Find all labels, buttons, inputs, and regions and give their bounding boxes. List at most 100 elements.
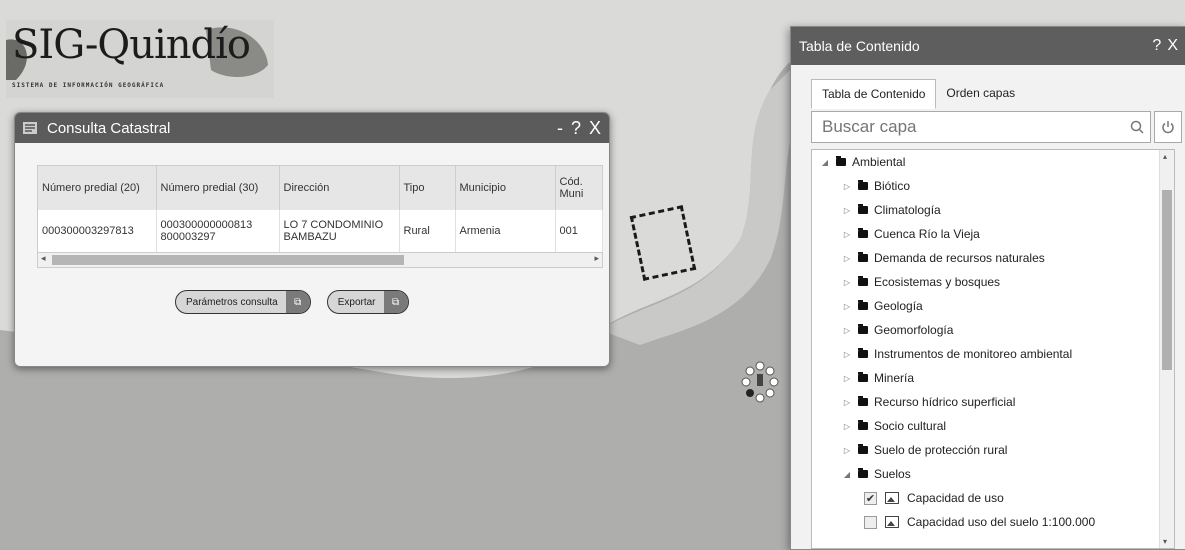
node-label: Cuenca Río la Vieja bbox=[874, 227, 980, 241]
parametros-consulta-button[interactable]: Parámetros consulta ⧉ bbox=[175, 290, 311, 314]
collapsed-arrow-icon[interactable]: ▷ bbox=[840, 350, 854, 359]
exportar-button[interactable]: Exportar ⧉ bbox=[326, 290, 409, 314]
node-label: Ecosistemas y bosques bbox=[874, 275, 1001, 289]
collapsed-arrow-icon[interactable]: ▷ bbox=[840, 374, 854, 383]
tree-node-group[interactable]: ▷ Suelo de protección rural bbox=[812, 438, 1160, 462]
node-label: Biótico bbox=[874, 179, 911, 193]
cell-numero-predial-30: 000300000000813 800003297 bbox=[156, 210, 280, 252]
tree-layer-capacidad-uso-suelo[interactable]: Capacidad uso del suelo 1:100.000 bbox=[812, 510, 1160, 534]
tree-node-group[interactable]: ▷ Geomorfología bbox=[812, 318, 1160, 342]
folder-icon bbox=[858, 348, 868, 358]
scroll-down-icon[interactable]: ▾ bbox=[1163, 537, 1167, 546]
tree-layer-capacidad-uso[interactable]: ✔ Capacidad de uso bbox=[812, 486, 1160, 510]
node-label: Suelos bbox=[874, 467, 911, 481]
node-label: Geología bbox=[874, 299, 923, 313]
tree-node-group[interactable]: ▷ Ecosistemas y bosques bbox=[812, 270, 1160, 294]
folder-icon bbox=[858, 324, 868, 334]
horizontal-scrollbar[interactable]: ◂ ▸ bbox=[38, 252, 602, 267]
help-button[interactable]: ? bbox=[1152, 37, 1161, 55]
minimize-button[interactable]: - bbox=[557, 118, 563, 139]
node-label: Ambiental bbox=[852, 155, 906, 169]
collapsed-arrow-icon[interactable]: ▷ bbox=[840, 398, 854, 407]
layer-checkbox[interactable]: ✔ bbox=[864, 491, 877, 505]
close-button[interactable]: X bbox=[1167, 37, 1178, 55]
consulta-catastral-window: Consulta Catastral - ? X Número predial … bbox=[14, 112, 610, 367]
collapsed-arrow-icon[interactable]: ▷ bbox=[840, 230, 854, 239]
tree-node-group[interactable]: ▷ Climatología bbox=[812, 198, 1160, 222]
button-label: Exportar bbox=[337, 296, 376, 308]
window-titlebar[interactable]: Consulta Catastral - ? X bbox=[15, 113, 609, 143]
collapsed-arrow-icon[interactable]: ▷ bbox=[840, 278, 854, 287]
panel-title: Tabla de Contenido bbox=[799, 38, 920, 54]
folder-icon bbox=[858, 444, 868, 454]
node-label: Climatología bbox=[874, 203, 941, 217]
window-title: Consulta Catastral bbox=[47, 119, 171, 137]
panel-titlebar[interactable]: Tabla de Contenido ? X bbox=[791, 27, 1185, 65]
collapsed-arrow-icon[interactable]: ▷ bbox=[840, 254, 854, 263]
tab-bar: Tabla de Contenido Orden capas bbox=[811, 79, 1025, 109]
collapsed-arrow-icon[interactable]: ▷ bbox=[840, 302, 854, 311]
image-layer-icon bbox=[885, 492, 899, 504]
layer-checkbox[interactable] bbox=[864, 515, 877, 529]
scroll-up-icon[interactable]: ▴ bbox=[1163, 152, 1167, 161]
node-label: Minería bbox=[874, 371, 915, 385]
tree-node-group[interactable]: ▷ Minería bbox=[812, 366, 1160, 390]
location-marker-icon bbox=[741, 361, 779, 403]
reset-button[interactable] bbox=[1154, 111, 1182, 143]
column-header[interactable]: Número predial (20) bbox=[38, 166, 157, 210]
folder-icon bbox=[836, 156, 846, 166]
layers-icon bbox=[23, 122, 37, 134]
collapsed-arrow-icon[interactable]: ▷ bbox=[840, 422, 854, 431]
expanded-arrow-icon[interactable]: ◢ bbox=[840, 470, 854, 479]
tab-orden-capas[interactable]: Orden capas bbox=[936, 79, 1025, 109]
node-label: Suelo de protección rural bbox=[874, 443, 1008, 457]
folder-icon bbox=[858, 468, 868, 478]
tree-node-group[interactable]: ▷ Demanda de recursos naturales bbox=[812, 246, 1160, 270]
node-label: Socio cultural bbox=[874, 419, 947, 433]
collapsed-arrow-icon[interactable]: ▷ bbox=[840, 446, 854, 455]
help-button[interactable]: ? bbox=[571, 118, 581, 139]
folder-icon bbox=[858, 204, 868, 214]
scroll-left-icon[interactable]: ◂ bbox=[41, 253, 46, 264]
folder-icon bbox=[858, 396, 868, 406]
tree-node-group[interactable]: ▷ Recurso hídrico superficial bbox=[812, 390, 1160, 414]
collapsed-arrow-icon[interactable]: ▷ bbox=[840, 326, 854, 335]
tree-node-group[interactable]: ▷ Biótico bbox=[812, 174, 1160, 198]
tree-node-group[interactable]: ▷ Geología bbox=[812, 294, 1160, 318]
expanded-arrow-icon[interactable]: ◢ bbox=[818, 158, 832, 167]
search-icon[interactable] bbox=[1124, 120, 1150, 134]
search-box bbox=[811, 111, 1151, 143]
column-header[interactable]: Dirección bbox=[279, 166, 400, 210]
tree-node-group[interactable]: ▷ Cuenca Río la Vieja bbox=[812, 222, 1160, 246]
node-label: Geomorfología bbox=[874, 323, 954, 337]
layer-tree: ◢ Ambiental ▷ Biótico ▷ Climatología ▷ Cuen… bbox=[811, 149, 1175, 549]
table-row[interactable]: 000300003297813 000300000000813 80000329… bbox=[38, 210, 603, 252]
cell-direccion: LO 7 CONDOMINIO BAMBAZU bbox=[279, 210, 400, 252]
tree-node-group[interactable]: ▷ Instrumentos de monitoreo ambiental bbox=[812, 342, 1160, 366]
logo-title: SIG-Quindío bbox=[12, 22, 251, 68]
image-layer-icon bbox=[885, 516, 899, 528]
power-icon bbox=[1162, 121, 1174, 134]
vertical-scrollbar[interactable]: ▴ ▾ bbox=[1159, 150, 1174, 548]
column-header[interactable]: Tipo bbox=[399, 166, 456, 210]
search-input[interactable] bbox=[812, 116, 1124, 138]
scroll-right-icon[interactable]: ▸ bbox=[594, 253, 599, 264]
folder-icon bbox=[858, 180, 868, 190]
close-button[interactable]: X bbox=[589, 118, 601, 139]
tabla-contenido-panel: Tabla de Contenido ? X Tabla de Contenid… bbox=[790, 26, 1185, 550]
folder-icon bbox=[858, 420, 868, 430]
scroll-thumb[interactable] bbox=[1162, 190, 1172, 370]
column-header[interactable]: Municipio bbox=[455, 166, 556, 210]
collapsed-arrow-icon[interactable]: ▷ bbox=[840, 182, 854, 191]
column-header[interactable]: Número predial (30) bbox=[156, 166, 280, 210]
layer-label: Capacidad uso del suelo 1:100.000 bbox=[907, 515, 1096, 529]
tree-node-group[interactable]: ▷ Socio cultural bbox=[812, 414, 1160, 438]
column-header[interactable]: Cód. Muni bbox=[555, 166, 603, 210]
tree-node-ambiental[interactable]: ◢ Ambiental bbox=[812, 150, 1160, 174]
collapsed-arrow-icon[interactable]: ▷ bbox=[840, 206, 854, 215]
cell-cod-municipio: 001 bbox=[555, 210, 603, 252]
tree-node-group[interactable]: ◢ Suelos bbox=[812, 462, 1160, 486]
scroll-thumb[interactable] bbox=[52, 255, 404, 265]
tab-tabla-contenido[interactable]: Tabla de Contenido bbox=[811, 79, 937, 109]
node-label: Demanda de recursos naturales bbox=[874, 251, 1045, 265]
